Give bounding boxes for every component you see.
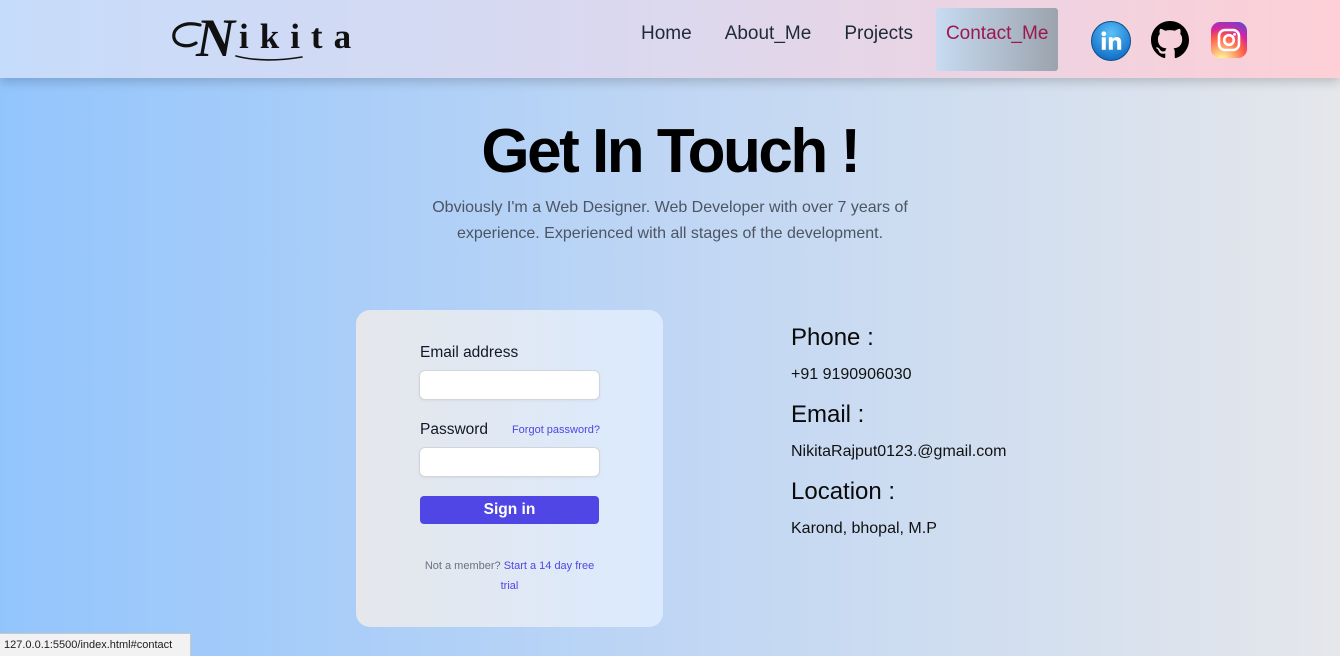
password-label-row: Password Forgot password? — [419, 420, 600, 440]
contact-item-location: Location : Karond, bhopal, M.P — [791, 477, 1191, 539]
page-title: Get In Touch ! — [481, 117, 861, 186]
email-label: Email address — [420, 344, 519, 361]
linkedin-link[interactable] — [1091, 21, 1131, 61]
login-card: Email address Password Forgot password? … — [356, 310, 663, 627]
location-value: Karond, bhopal, M.P — [791, 520, 937, 537]
email-address: NikitaRajput0123.@gmail.com — [791, 443, 1007, 460]
linkedin-icon — [1091, 21, 1131, 61]
email-heading: Email : — [791, 401, 865, 428]
site-logo[interactable]: Nikita — [170, 8, 363, 68]
signup-prompt: Not a member? Start a 14 day free trial — [419, 556, 600, 596]
instagram-link[interactable] — [1211, 22, 1247, 58]
page-subtitle: Obviously I'm a Web Designer. Web Develo… — [432, 199, 908, 242]
site-header: Nikita Home About_Me Projects Contact_Me — [0, 0, 1340, 78]
github-icon — [1151, 21, 1189, 59]
nav-home[interactable]: Home — [631, 8, 702, 71]
contact-page: Nikita Home About_Me Projects Contact_Me — [0, 0, 1340, 656]
password-input[interactable] — [419, 447, 600, 477]
contact-item-email: Email : NikitaRajput0123.@gmail.com — [791, 400, 1191, 462]
signup-prompt-text: Not a member? — [424, 560, 501, 572]
phone-number: +91 9190906030 — [791, 366, 912, 383]
nav-projects[interactable]: Projects — [834, 8, 923, 71]
email-input[interactable] — [419, 370, 600, 400]
password-label: Password — [420, 421, 489, 438]
nav-contact-me[interactable]: Contact_Me — [935, 8, 1059, 71]
phone-heading: Phone : — [791, 324, 874, 351]
sign-in-button[interactable]: Sign in — [420, 496, 599, 524]
forgot-password-link[interactable]: Forgot password? — [512, 420, 600, 440]
browser-status-bar: 127.0.0.1:5500/index.html#contact — [0, 633, 191, 656]
main-nav: Home About_Me Projects Contact_Me — [631, 8, 1059, 71]
github-link[interactable] — [1151, 21, 1189, 59]
location-heading: Location : — [791, 478, 896, 505]
nav-about-me[interactable]: About_Me — [715, 8, 822, 71]
instagram-icon — [1211, 22, 1247, 58]
logo-text: Nikita — [196, 8, 363, 68]
login-form-fields: Email address Password Forgot password? … — [419, 343, 600, 596]
email-label-row: Email address — [419, 343, 600, 363]
start-trial-link[interactable]: Start a 14 day free trial — [501, 560, 595, 592]
contact-item-phone: Phone : +91 9190906030 — [791, 323, 1191, 385]
contact-details: Phone : +91 9190906030 Email : NikitaRaj… — [791, 323, 1191, 554]
